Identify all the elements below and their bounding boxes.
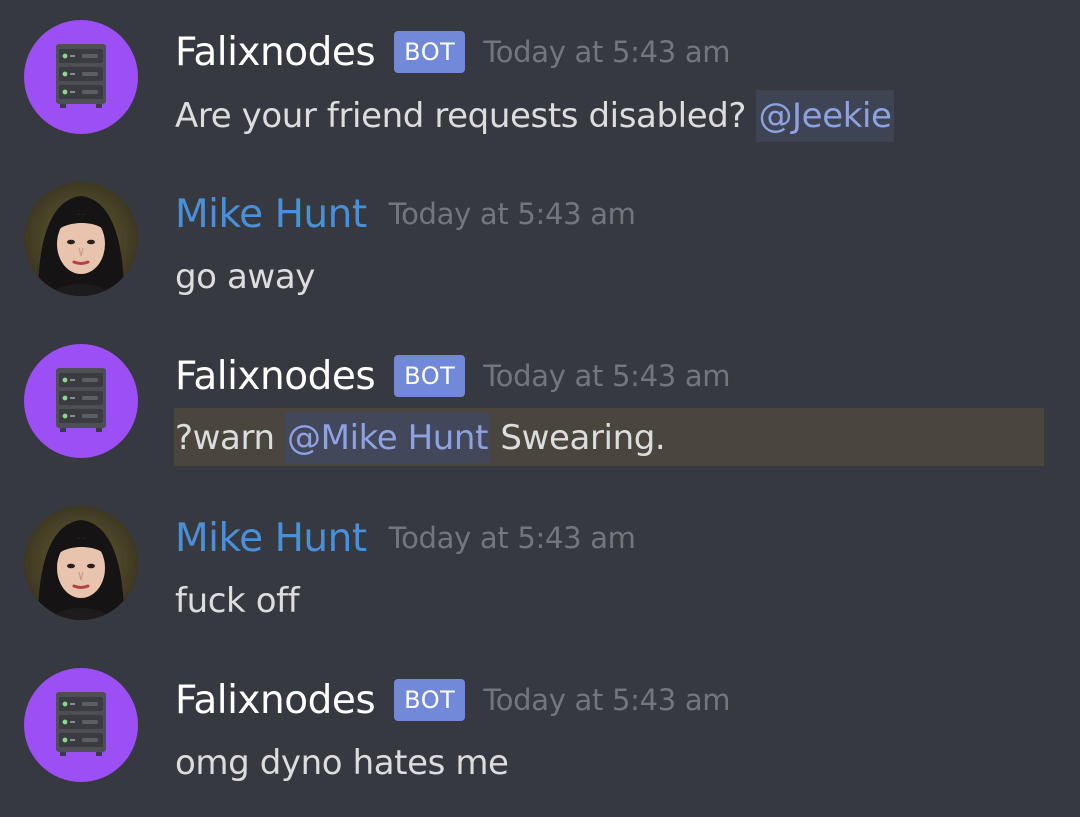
message-text: fuck off	[175, 581, 300, 621]
message-text: omg dyno hates me	[175, 743, 509, 783]
message-header: Mike Hunt Today at 5:43 am	[175, 512, 636, 564]
message-text: Swearing.	[490, 418, 666, 458]
bot-avatar[interactable]	[24, 344, 138, 458]
message-item: Falixnodes BOT Today at 5:43 am omg dyno…	[0, 648, 1080, 798]
message-content: fuck off	[175, 576, 300, 626]
profile-photo	[24, 506, 138, 620]
timestamp: Today at 5:43 am	[483, 683, 731, 717]
user-mention[interactable]: @Jeekie	[756, 90, 894, 142]
bot-avatar[interactable]	[24, 20, 138, 134]
server-rack-icon	[56, 692, 106, 756]
message-content: Are your friend requests disabled? @Jeek…	[175, 90, 894, 142]
bot-badge: BOT	[394, 31, 466, 73]
timestamp: Today at 5:43 am	[483, 35, 731, 69]
message-content: omg dyno hates me	[175, 738, 509, 788]
profile-photo	[24, 182, 138, 296]
username[interactable]: Falixnodes	[175, 354, 376, 399]
user-mention[interactable]: @Mike Hunt	[285, 412, 491, 464]
message-header: Falixnodes BOT Today at 5:43 am	[175, 26, 731, 78]
chat-message-list: Falixnodes BOT Today at 5:43 am Are your…	[0, 0, 1080, 817]
username[interactable]: Mike Hunt	[175, 516, 367, 561]
message-text: Are your friend requests disabled?	[175, 96, 757, 136]
message-header: Falixnodes BOT Today at 5:43 am	[175, 674, 731, 726]
message-header: Mike Hunt Today at 5:43 am	[175, 188, 636, 240]
message-text: ?warn	[175, 418, 286, 458]
user-avatar[interactable]	[24, 182, 138, 296]
message-header: Falixnodes BOT Today at 5:43 am	[175, 350, 731, 402]
bot-badge: BOT	[394, 355, 466, 397]
message-item: Mike Hunt Today at 5:43 am go away	[0, 162, 1080, 312]
user-avatar[interactable]	[24, 506, 138, 620]
username[interactable]: Mike Hunt	[175, 192, 367, 237]
message-content: go away	[175, 252, 315, 302]
bot-avatar[interactable]	[24, 668, 138, 782]
username[interactable]: Falixnodes	[175, 30, 376, 75]
message-item: Falixnodes BOT Today at 5:43 am Are your…	[0, 0, 1080, 150]
timestamp: Today at 5:43 am	[388, 197, 636, 231]
server-rack-icon	[56, 44, 106, 108]
timestamp: Today at 5:43 am	[388, 521, 636, 555]
message-item: Falixnodes BOT Today at 5:43 am ?warn @M…	[0, 324, 1080, 474]
server-rack-icon	[56, 368, 106, 432]
bot-badge: BOT	[394, 679, 466, 721]
message-content: ?warn @Mike Hunt Swearing.	[175, 412, 666, 464]
message-text: go away	[175, 257, 315, 297]
message-item: Mike Hunt Today at 5:43 am fuck off	[0, 486, 1080, 636]
username[interactable]: Falixnodes	[175, 678, 376, 723]
timestamp: Today at 5:43 am	[483, 359, 731, 393]
